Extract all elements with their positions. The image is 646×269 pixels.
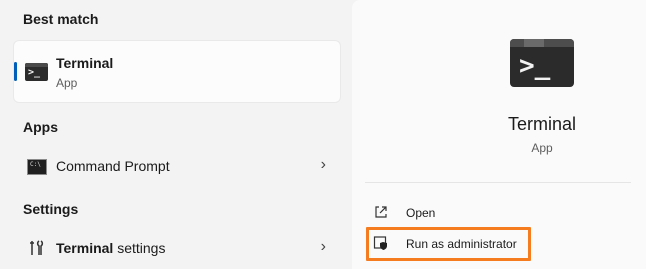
settings-heading: Settings bbox=[23, 201, 79, 217]
apps-heading: Apps bbox=[23, 119, 58, 135]
terminal-settings-label-bold: Terminal bbox=[56, 240, 114, 256]
terminal-large-icon: >_ bbox=[510, 39, 574, 87]
open-label: Open bbox=[406, 206, 436, 220]
chevron-right-icon[interactable]: › bbox=[321, 238, 326, 256]
terminal-icon: >_ bbox=[25, 63, 48, 81]
best-match-type: App bbox=[56, 76, 78, 90]
terminal-settings-label-rest: settings bbox=[113, 240, 166, 256]
list-item-command-prompt[interactable]: C:\ Command Prompt › bbox=[14, 149, 340, 185]
best-match-heading: Best match bbox=[23, 11, 99, 27]
best-match-name: Terminal bbox=[56, 55, 114, 71]
terminal-settings-label: Terminal settings bbox=[56, 240, 165, 256]
command-prompt-label: Command Prompt bbox=[56, 158, 170, 174]
divider bbox=[365, 182, 631, 183]
detail-pane: >_ Terminal App Open Run as administrato… bbox=[352, 0, 646, 269]
detail-app-type: App bbox=[531, 141, 553, 155]
settings-icon bbox=[28, 239, 46, 262]
open-external-icon bbox=[373, 204, 389, 220]
results-pane: Best match >_ Terminal App Apps C:\ Comm… bbox=[0, 0, 352, 269]
best-match-item[interactable]: >_ Terminal App bbox=[14, 41, 340, 102]
shield-admin-icon bbox=[373, 235, 389, 251]
command-prompt-icon: C:\ bbox=[27, 159, 47, 175]
run-as-administrator-label: Run as administrator bbox=[406, 237, 517, 251]
detail-app-name: Terminal bbox=[507, 114, 577, 134]
chevron-right-icon[interactable]: › bbox=[321, 156, 326, 174]
selection-indicator bbox=[14, 62, 17, 81]
list-item-terminal-settings[interactable]: Terminal settings › bbox=[14, 231, 340, 267]
